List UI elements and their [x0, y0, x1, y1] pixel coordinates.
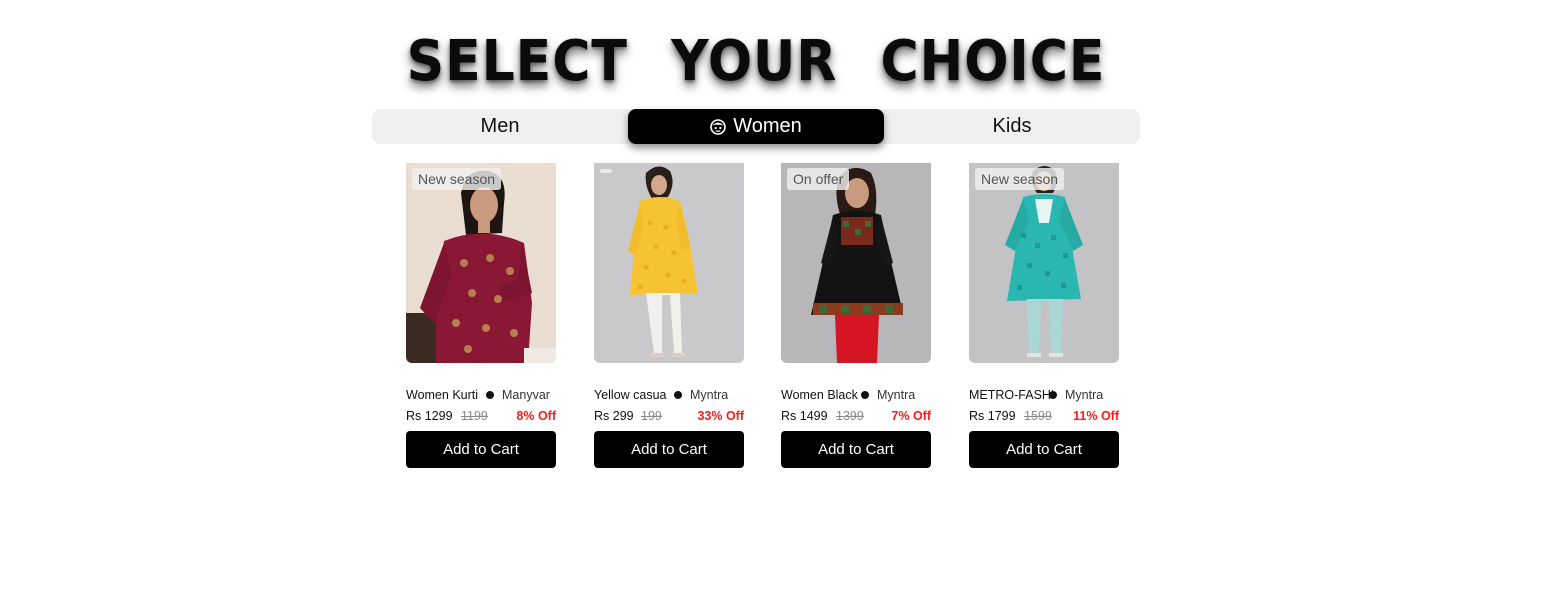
separator-dot-icon: [861, 391, 869, 399]
product-brand: Manyvar: [502, 388, 550, 402]
woman-face-icon: [710, 118, 727, 135]
yellow-kurta-photo: [594, 163, 744, 363]
separator-dot-icon: [486, 391, 494, 399]
product-name: METRO-FASHI: [969, 388, 1053, 402]
product-image-teal-kurta[interactable]: New season: [969, 163, 1119, 363]
product-price: Rs 1499: [781, 409, 828, 423]
product-discount: 11% Off: [1073, 409, 1119, 423]
product-card[interactable]: New season METRO-FASHI Myntra Rs 1799 15…: [969, 163, 1119, 468]
product-image-black-kurti[interactable]: On offer: [781, 163, 931, 363]
product-name: Women Kurti: [406, 388, 479, 402]
product-name: Yellow casua: [594, 388, 667, 402]
product-discount: 8% Off: [516, 409, 556, 423]
product-card[interactable]: New season Women Kurti Manyvar Rs 1299 1…: [406, 163, 556, 468]
product-discount: 7% Off: [891, 409, 931, 423]
product-mrp: 199: [641, 409, 662, 423]
product-price: Rs 1299: [406, 409, 453, 423]
product-mrp: 1199: [461, 409, 488, 423]
product-mrp: 1599: [1024, 409, 1052, 423]
add-to-cart-button[interactable]: Add to Cart: [594, 431, 744, 468]
tab-women[interactable]: Women: [628, 109, 884, 144]
product-grid: New season Women Kurti Manyvar Rs 1299 1…: [406, 163, 1119, 473]
separator-dot-icon: [674, 391, 682, 399]
add-to-cart-button[interactable]: Add to Cart: [406, 431, 556, 468]
product-card[interactable]: On offer Women Black Myntra Rs 1499 1399…: [781, 163, 931, 468]
product-brand: Myntra: [1065, 388, 1104, 402]
product-discount: 33% Off: [697, 409, 744, 423]
product-image-yellow-kurta[interactable]: [594, 163, 744, 363]
status-badge: New season: [412, 168, 502, 190]
tab-kids[interactable]: Kids: [884, 109, 1140, 144]
tab-men[interactable]: Men: [372, 109, 628, 144]
add-to-cart-button[interactable]: Add to Cart: [969, 431, 1119, 468]
product-brand: Myntra: [877, 388, 916, 402]
status-badge: New season: [975, 168, 1065, 190]
status-badge: [600, 169, 612, 173]
product-page: SELECT YOUR CHOICE Men Women Kids New se…: [0, 0, 1565, 597]
maroon-kurti-photo: [406, 163, 556, 363]
product-card[interactable]: Yellow casua Myntra Rs 299 199 33% Off A…: [594, 163, 744, 468]
product-price: Rs 299: [594, 409, 634, 423]
separator-dot-icon: [1049, 391, 1057, 399]
tab-women-label: Women: [733, 115, 802, 137]
teal-kurta-photo: [969, 163, 1119, 363]
tab-men-label: Men: [480, 115, 520, 137]
product-name: Women Black: [781, 388, 858, 402]
category-tabs: Men Women Kids: [372, 109, 1140, 144]
black-kurti-photo: [781, 163, 931, 363]
product-price: Rs 1799: [969, 409, 1016, 423]
page-title: SELECT YOUR CHOICE: [406, 29, 1106, 94]
status-badge: On offer: [787, 168, 850, 190]
tab-kids-label: Kids: [992, 115, 1032, 137]
add-to-cart-button[interactable]: Add to Cart: [781, 431, 931, 468]
product-brand: Myntra: [690, 388, 729, 402]
product-image-maroon-kurti[interactable]: New season: [406, 163, 556, 363]
product-mrp: 1399: [836, 409, 864, 423]
